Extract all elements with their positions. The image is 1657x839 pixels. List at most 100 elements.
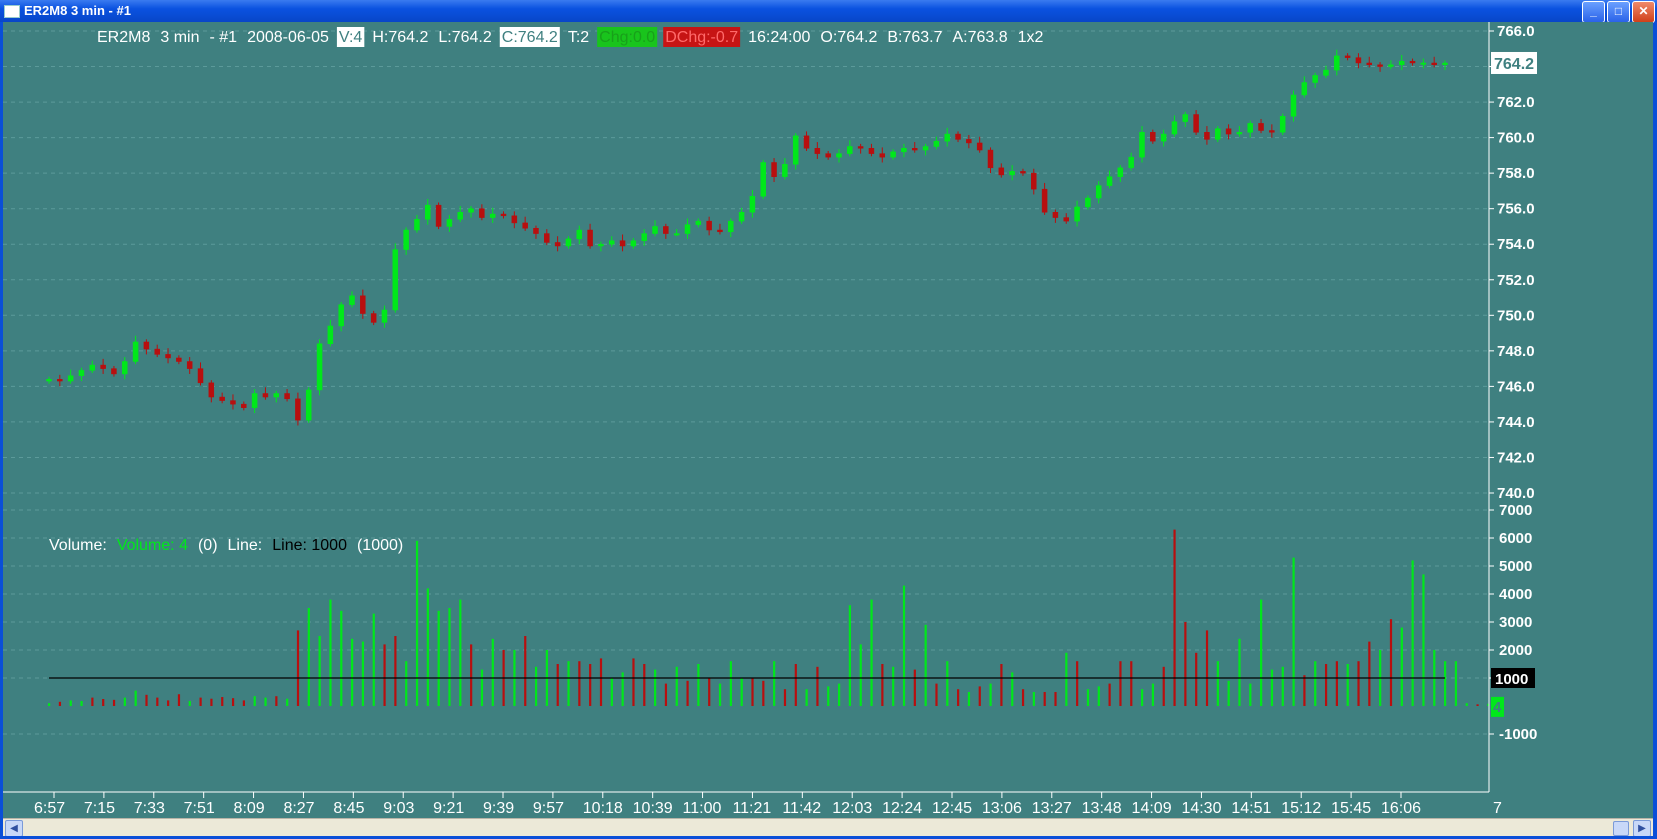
candle-body [1269,130,1275,133]
candle-body [803,135,810,149]
candle-body [241,403,247,408]
volume-bar [1043,692,1046,706]
candle-body [262,393,269,398]
price-tick-label: 758.0 [1497,165,1535,182]
candle-body [706,220,712,231]
volume-bar [69,700,72,706]
volume-tick-label: 6000 [1499,530,1532,547]
time-tick-label: 7:33 [134,800,165,817]
volume-label: Volume: [49,537,107,554]
volume-bar [275,696,278,706]
candle-body [652,226,658,234]
volume-bar [394,636,397,706]
candle-body [868,148,875,154]
price-tick-label: 762.0 [1497,94,1535,111]
volume-bar [329,599,332,706]
chart-area[interactable]: 766.0764.0762.0760.0758.0756.0754.0752.0… [3,22,1653,818]
volume-bar [340,610,343,706]
candle-body [414,219,420,231]
candle-body [684,224,691,234]
volume-bar [1032,692,1035,706]
minimize-button[interactable]: _ [1582,1,1605,23]
volume-bar [859,644,862,706]
maximize-button[interactable]: □ [1607,1,1630,23]
volume-bar [773,661,776,706]
volume-bar [1335,661,1338,706]
candle-body [273,393,280,398]
volume-bar [188,700,191,706]
candle-body [403,229,409,250]
header-close: C:764.2 [502,29,558,46]
candle-body [1160,133,1167,142]
candle-body [132,341,139,362]
candle-body [251,393,258,408]
candle-body [392,249,399,311]
volume-bar [556,664,559,706]
volume-bar [1000,664,1003,706]
line-value-paren: (1000) [357,537,403,554]
volume-bar [242,700,245,706]
volume-bar [989,683,992,706]
volume-tick-label: 7000 [1499,502,1532,519]
candle-body [165,354,171,359]
candle-body [67,375,74,382]
candle-body [511,215,518,224]
volume-bar [935,683,938,706]
last-price-label: 764.2 [1494,56,1534,73]
volume-value-paren: (0) [198,537,218,554]
time-tick-label: 7:15 [84,800,115,817]
volume-bar [383,644,386,706]
candle-body [1020,171,1026,174]
candle-body [1236,132,1243,135]
time-tick-label: 9:03 [383,800,414,817]
candle-body [792,135,799,165]
volume-bar [448,608,451,706]
candle-body [554,242,561,247]
candle-body [1009,171,1015,176]
candle-body [630,240,637,247]
candle-body [57,379,63,382]
price-tick-label: 740.0 [1497,485,1535,502]
volume-bar [1130,661,1133,706]
candle-body [641,233,647,241]
candle-body [1420,62,1427,65]
volume-bar [1184,622,1187,706]
volume-bar [1054,692,1057,706]
close-button[interactable]: ✕ [1632,1,1655,23]
scroll-left-arrow-icon[interactable]: ◀ [5,820,23,837]
candle-body [1214,128,1221,140]
scroll-right-arrow-icon[interactable]: ▶ [1633,820,1651,837]
time-tick-label: 13:27 [1032,800,1072,817]
volume-bar [91,697,94,706]
scroll-thumb[interactable] [1613,821,1629,836]
volume-bar [1108,683,1111,706]
title-bar[interactable]: ER2M8 3 min - #1 _ □ ✕ [0,0,1657,23]
horizontal-scrollbar[interactable]: ◀ ▶ [3,818,1653,837]
candle-body [208,382,215,398]
price-tick-label: 752.0 [1497,272,1535,289]
volume-bar [1292,557,1295,706]
volume-bar [1076,661,1079,706]
volume-bar [740,678,743,706]
volume-bar [1346,664,1349,706]
header-chart-id: - #1 [209,29,237,46]
volume-bar [1368,641,1371,706]
candle-body [1377,64,1383,67]
candle-body [890,151,896,158]
volume-bar [1389,619,1393,706]
candle-body [847,146,853,154]
line-label: Line: [228,537,263,554]
time-tick-label: 10:18 [583,800,623,817]
volume-bar [134,690,137,706]
volume-bar [1195,652,1198,706]
volume-bar [848,605,852,706]
candle-body [122,361,128,375]
volume-bar [632,658,635,706]
chart-svg[interactable]: 766.0764.0762.0760.0758.0756.0754.0752.0… [3,22,1653,818]
candle-body [1431,62,1437,66]
volume-bar [534,666,538,706]
volume-bar [924,624,927,706]
app-icon [4,5,20,18]
time-tick-label: 16:06 [1381,800,1421,817]
candle-body [749,196,756,213]
